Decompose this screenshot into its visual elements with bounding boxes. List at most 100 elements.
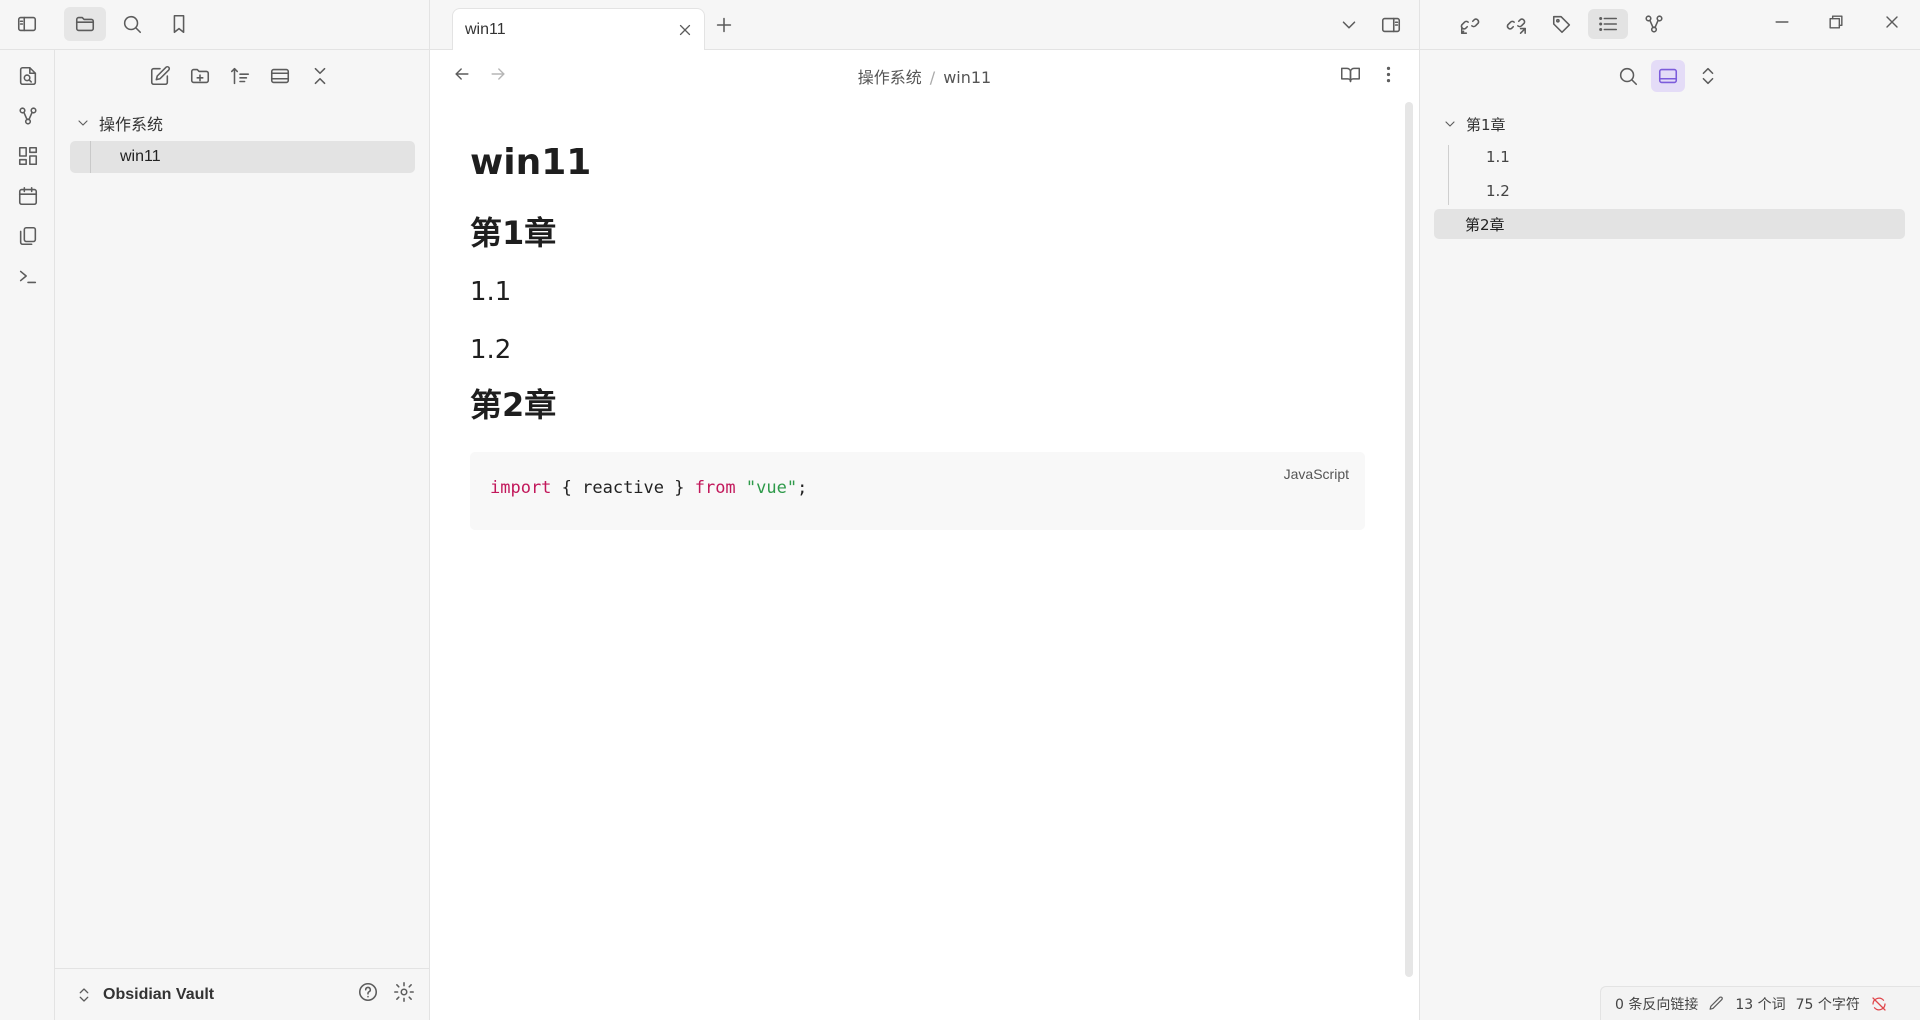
bookmarks-tab-button[interactable] [158, 7, 200, 41]
outline-icon [1599, 16, 1618, 32]
code-text: { reactive } [551, 478, 695, 498]
breadcrumb: 操作系统 / win11 [430, 64, 1419, 88]
code-string: "vue" [745, 478, 798, 498]
close-window-icon[interactable] [1882, 12, 1902, 32]
canvas-button[interactable] [14, 142, 42, 170]
close-icon[interactable] [676, 21, 694, 39]
outline-label: 第1章 [1466, 115, 1506, 134]
outline-search-button[interactable] [1611, 60, 1645, 92]
char-count: 75 个字符 [1795, 996, 1860, 1013]
tab-strip: win11 [430, 0, 1420, 51]
new-note-button[interactable] [145, 62, 175, 90]
help-icon[interactable] [357, 981, 379, 1003]
collapse-all-button[interactable] [305, 62, 335, 90]
settings-gear-icon[interactable] [393, 981, 415, 1003]
status-bar: 0 条反向链接 13 个词 75 个字符 [1600, 986, 1920, 1020]
title-bar-left [0, 0, 430, 50]
templates-button[interactable] [14, 222, 42, 250]
daily-note-button[interactable] [14, 182, 42, 210]
heading-1-1[interactable]: 1.1 [470, 268, 1365, 316]
file-explorer-panel: 操作系统 win11 Obsidian Vault [55, 50, 430, 1020]
tab-win11[interactable]: win11 [452, 8, 705, 51]
tab-label: win11 [465, 21, 506, 38]
word-count: 13 个词 [1735, 996, 1786, 1013]
outline-item-chapter1[interactable]: 第1章 [1442, 109, 1506, 139]
outgoing-links-icon [1506, 18, 1526, 34]
edit-mode-icon[interactable] [1708, 995, 1725, 1012]
outline-expand-button[interactable] [1691, 60, 1725, 92]
code-keyword: import [490, 478, 552, 498]
editor-scrollbar[interactable] [1405, 102, 1413, 977]
new-folder-button[interactable] [185, 62, 215, 90]
local-graph-tab[interactable] [1634, 9, 1674, 39]
outline-follow-button[interactable] [1651, 60, 1685, 92]
outline-selected-highlight [1434, 209, 1905, 239]
code-block[interactable]: JavaScript import { reactive } from "vue… [470, 452, 1365, 530]
bookmark-icon [173, 14, 185, 34]
minimize-icon[interactable] [1772, 12, 1792, 32]
heading-chapter2[interactable]: 第2章 [470, 380, 1365, 430]
canvas-icon [18, 146, 38, 166]
collapse-panel-icon [270, 68, 290, 84]
backlinks-tab[interactable] [1450, 9, 1490, 39]
search-icon [1619, 67, 1638, 86]
graph-view-button[interactable] [14, 102, 42, 130]
reading-view-icon[interactable] [1340, 64, 1361, 85]
note-content[interactable]: win11 第1章 1.1 1.2 第2章 JavaScript import … [470, 135, 1365, 530]
outline-item-1-1[interactable]: 1.1 [1486, 142, 1510, 172]
command-palette-button[interactable] [14, 262, 42, 290]
search-tab-button[interactable] [111, 7, 153, 41]
folder-icon [75, 16, 95, 32]
command-palette-icon [19, 270, 37, 284]
file-item[interactable]: win11 [70, 141, 415, 173]
sidebar-toggle-icon [17, 16, 37, 32]
tags-tab[interactable] [1542, 9, 1582, 39]
folder-item[interactable]: 操作系统 [75, 110, 163, 136]
code-language-label: JavaScript [1283, 466, 1349, 482]
file-explorer-tab-button[interactable] [64, 7, 106, 41]
search-icon [123, 15, 142, 34]
sidebar-toggle-button[interactable] [6, 7, 48, 41]
heading-chapter1[interactable]: 第1章 [470, 208, 1365, 258]
chevron-updown-icon [1702, 67, 1714, 85]
panel-icon [1658, 68, 1678, 84]
outline-label: 第2章 [1465, 215, 1505, 234]
right-sidebar-toggle-icon[interactable] [1380, 14, 1402, 36]
backlinks-icon [1460, 18, 1480, 34]
graph-view-icon [19, 107, 37, 125]
templates-icon [19, 226, 37, 246]
explorer-toolbar [55, 62, 429, 90]
indent-guide [90, 141, 91, 173]
new-folder-icon [190, 68, 210, 84]
note-title[interactable]: win11 [470, 135, 1365, 190]
file-label: win11 [120, 148, 161, 165]
auto-reveal-button[interactable] [265, 62, 295, 90]
code-line: import { reactive } from "vue"; [490, 478, 807, 498]
chevron-down-icon [78, 120, 88, 126]
new-note-icon [150, 66, 170, 86]
outline-label: 1.1 [1486, 148, 1510, 166]
outline-item-chapter2[interactable]: 第2章 [1465, 209, 1505, 239]
quick-switcher-button[interactable] [14, 62, 42, 90]
breadcrumb-folder[interactable]: 操作系统 [858, 68, 922, 87]
plus-icon[interactable] [713, 14, 735, 36]
local-graph-icon [1645, 15, 1663, 33]
breadcrumb-file[interactable]: win11 [943, 68, 991, 87]
vault-name: Obsidian Vault [103, 985, 215, 1003]
heading-1-2[interactable]: 1.2 [470, 326, 1365, 374]
editor-pane: 操作系统 / win11 win11 第1章 1.1 1.2 第2章 JavaScr… [430, 50, 1420, 1020]
sync-error-icon[interactable] [1870, 995, 1888, 1013]
chevron-down-icon[interactable] [1338, 14, 1360, 36]
outline-tab[interactable] [1588, 9, 1628, 39]
outgoing-links-tab[interactable] [1496, 9, 1536, 39]
view-header: 操作系统 / win11 [430, 60, 1419, 90]
outline-item-1-2[interactable]: 1.2 [1486, 176, 1510, 206]
right-sidebar-header [1420, 0, 1920, 50]
backlinks-count[interactable]: 0 条反向链接 [1615, 994, 1698, 1014]
restore-icon[interactable] [1826, 12, 1846, 32]
outline-indent-guide [1448, 145, 1449, 205]
ribbon [0, 50, 55, 1020]
vault-switcher[interactable]: Obsidian Vault [55, 968, 429, 1020]
sort-button[interactable] [225, 62, 255, 90]
more-options-icon[interactable] [1378, 64, 1399, 85]
